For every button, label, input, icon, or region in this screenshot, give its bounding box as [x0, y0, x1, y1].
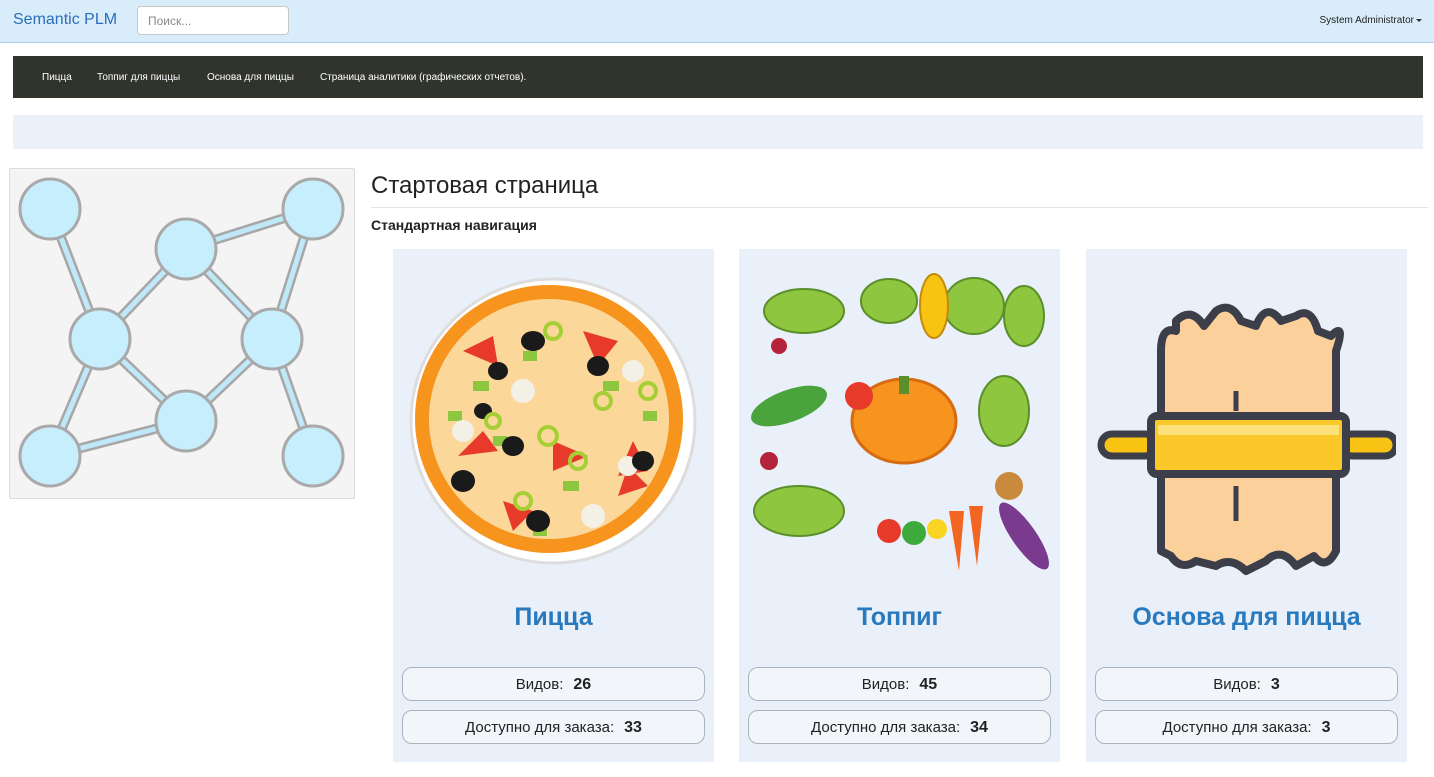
- stat-available-pizza: Доступно для заказа: 33: [402, 710, 705, 744]
- card-base[interactable]: Основа для пицца Видов: 3 Доступно для за…: [1086, 249, 1407, 762]
- top-navbar: Semantic PLM System Administrator: [0, 0, 1434, 43]
- search-input[interactable]: [137, 6, 289, 35]
- stat-label: Видов:: [1213, 676, 1261, 693]
- stat-value: 34: [970, 719, 988, 736]
- menu-item-pizza[interactable]: Пицца: [42, 72, 72, 83]
- stat-value: 26: [573, 676, 592, 693]
- brand-link[interactable]: Semantic PLM: [13, 11, 117, 29]
- stat-label: Доступно для заказа:: [465, 719, 615, 736]
- graph-panel: [9, 168, 355, 499]
- card-title-pizza[interactable]: Пицца: [393, 603, 714, 632]
- menu-item-analytics[interactable]: Страница аналитики (графических отчетов)…: [320, 72, 526, 83]
- main-menu: Пицца Топпиг для пиццы Основа для пиццы …: [13, 56, 1423, 98]
- stat-kinds-pizza: Видов: 26: [402, 667, 705, 701]
- card-pizza[interactable]: Пицца Видов: 26 Доступно для заказа: 33: [393, 249, 714, 762]
- stat-value: 33: [624, 719, 642, 736]
- pizza-icon[interactable]: [403, 271, 703, 581]
- user-name: System Administrator: [1319, 15, 1414, 26]
- stat-kinds-base: Видов: 3: [1095, 667, 1398, 701]
- vegetables-icon[interactable]: [749, 271, 1049, 581]
- stat-value: 3: [1270, 676, 1280, 693]
- user-menu[interactable]: System Administrator: [1320, 15, 1422, 26]
- breadcrumb-bar: [13, 115, 1423, 149]
- stat-available-base: Доступно для заказа: 3: [1095, 710, 1398, 744]
- stat-value: 45: [919, 676, 938, 693]
- stat-value: 3: [1321, 719, 1331, 736]
- stat-label: Доступно для заказа:: [811, 719, 961, 736]
- stat-available-topping: Доступно для заказа: 34: [748, 710, 1051, 744]
- network-graph-icon: [18, 177, 345, 488]
- menu-item-topping[interactable]: Топпиг для пиццы: [97, 72, 180, 83]
- stat-label: Видов:: [861, 676, 910, 693]
- page-title: Стартовая страница: [371, 172, 599, 199]
- stat-label: Видов:: [515, 676, 564, 693]
- title-divider: [371, 207, 1428, 208]
- card-title-base[interactable]: Основа для пицца: [1086, 603, 1407, 632]
- stat-kinds-topping: Видов: 45: [748, 667, 1051, 701]
- caret-down-icon: [1416, 18, 1422, 22]
- section-subtitle: Стандартная навигация: [371, 217, 537, 233]
- dough-rolling-pin-icon[interactable]: [1096, 271, 1400, 581]
- stat-label: Доступно для заказа:: [1162, 719, 1312, 736]
- card-title-topping[interactable]: Топпиг: [739, 603, 1060, 632]
- menu-item-base[interactable]: Основа для пиццы: [207, 72, 294, 83]
- card-topping[interactable]: Топпиг Видов: 45 Доступно для заказа: 34: [739, 249, 1060, 762]
